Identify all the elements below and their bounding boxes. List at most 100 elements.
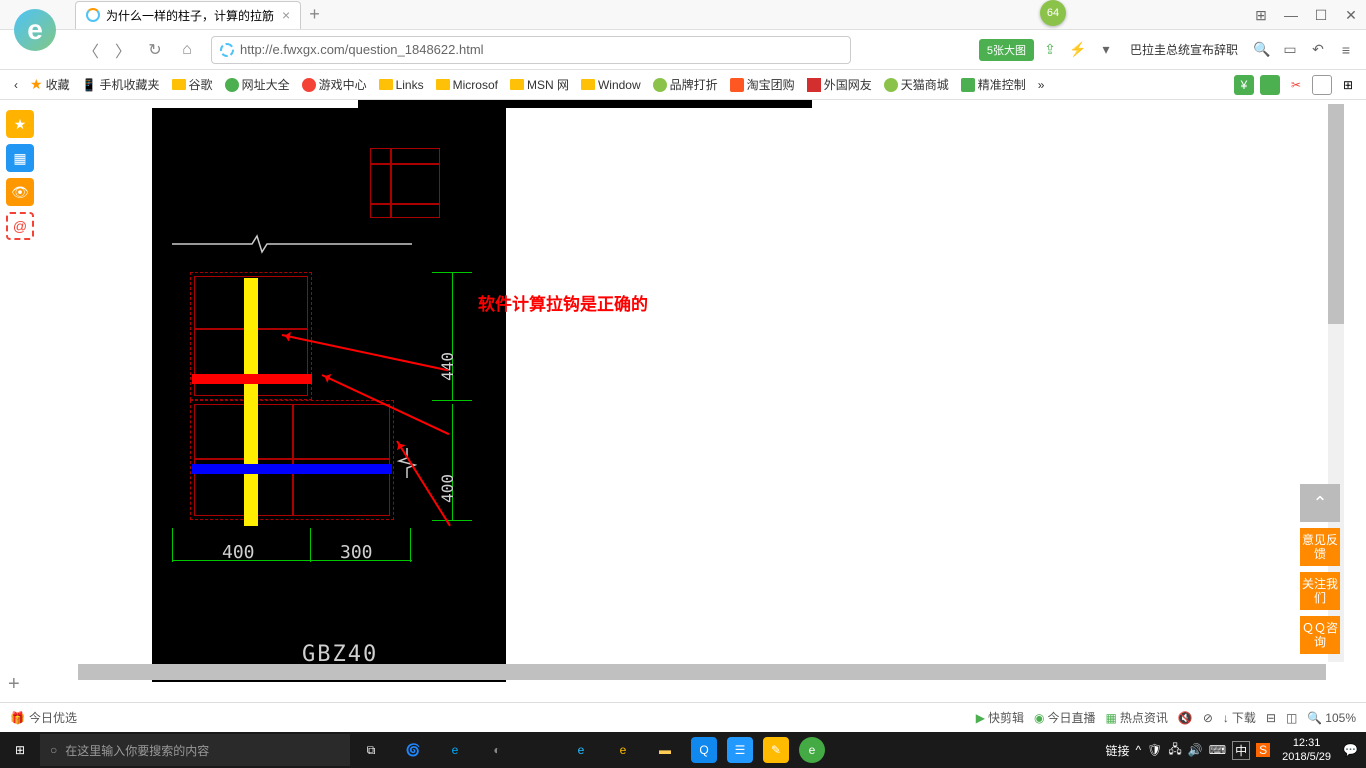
tray-vol-icon[interactable]: 🔊: [1188, 743, 1203, 757]
tab-close-icon[interactable]: ×: [282, 7, 290, 23]
app-note-icon[interactable]: ✎: [763, 737, 789, 763]
tray-kb-icon[interactable]: ⌨: [1209, 743, 1226, 757]
tray-link[interactable]: 链接: [1106, 742, 1130, 759]
tab-title: 为什么一样的柱子，计算的拉筋: [106, 7, 274, 24]
speed-badge[interactable]: 64: [1040, 0, 1066, 26]
gift-icon[interactable]: 🎁: [10, 711, 25, 725]
game-icon: [302, 78, 316, 92]
tray-shield-icon[interactable]: 🛡: [1147, 743, 1162, 757]
app-swirl-icon[interactable]: 🌀: [392, 732, 434, 768]
folder-icon: [510, 79, 524, 90]
browser-tab[interactable]: 为什么一样的柱子，计算的拉筋 ×: [75, 1, 301, 29]
bookmark-msn[interactable]: MSN 网: [504, 76, 575, 93]
status-today[interactable]: 今日优选: [29, 709, 77, 726]
status-pip-icon[interactable]: ⊟: [1266, 711, 1276, 725]
app-ie2-icon[interactable]: e: [602, 732, 644, 768]
close-icon[interactable]: ✕: [1336, 0, 1366, 30]
scroll-top-button[interactable]: ⌃: [1300, 484, 1340, 522]
taskview-icon[interactable]: ⧉: [350, 732, 392, 768]
ext-yen-icon[interactable]: ¥: [1234, 75, 1254, 95]
sidebar-weibo-icon[interactable]: 👁: [6, 178, 34, 206]
status-download[interactable]: ↓ 下载: [1223, 709, 1256, 726]
reload-button[interactable]: ↻: [141, 36, 169, 64]
image-count-button[interactable]: 5张大图: [979, 39, 1034, 61]
taskbar-search[interactable]: ○ 在这里输入你要搜索的内容: [40, 734, 350, 766]
qq-button[interactable]: ＱＱ咨询: [1300, 616, 1340, 654]
bookmark-favorites[interactable]: ★收藏: [24, 76, 76, 93]
search-icon[interactable]: 🔍: [1250, 38, 1274, 62]
follow-button[interactable]: 关注我们: [1300, 572, 1340, 610]
dropdown-icon[interactable]: ▾: [1094, 38, 1118, 62]
start-button[interactable]: ⊞: [0, 732, 40, 768]
news-headline[interactable]: 巴拉圭总统宣布辞职: [1122, 41, 1246, 58]
bookmark-sites[interactable]: 网址大全: [219, 76, 296, 93]
site-icon: [220, 43, 234, 57]
ext-scissors-icon[interactable]: ✂: [1286, 75, 1306, 95]
horizontal-scrollbar[interactable]: [78, 664, 1326, 680]
break-line: [172, 234, 412, 254]
feedback-button[interactable]: 意见反馈: [1300, 528, 1340, 566]
app-tencent-icon[interactable]: ◐: [476, 732, 518, 768]
sidebar-at-icon[interactable]: @: [6, 212, 34, 240]
minimize-icon[interactable]: —: [1276, 0, 1306, 30]
tray-sogou-icon[interactable]: S: [1256, 743, 1270, 757]
bookmark-nav-left[interactable]: ‹: [8, 78, 24, 92]
app-chat-icon[interactable]: ☰: [727, 737, 753, 763]
status-zoom[interactable]: 🔍 105%: [1307, 711, 1356, 725]
bookmark-links[interactable]: Links: [373, 78, 430, 92]
sidebar-add-button[interactable]: +: [8, 673, 20, 696]
cortana-icon: ○: [50, 743, 57, 757]
ext-translate-icon[interactable]: [1260, 75, 1280, 95]
status-block-icon[interactable]: ⊘: [1203, 711, 1213, 725]
home-button[interactable]: ⌂: [173, 36, 201, 64]
share-icon[interactable]: ⇪: [1038, 38, 1062, 62]
bookmark-window[interactable]: Window: [575, 78, 647, 92]
flash-icon[interactable]: ⚡: [1066, 38, 1090, 62]
tray-ime-icon[interactable]: 中: [1232, 741, 1250, 760]
status-hot[interactable]: ▦热点资讯: [1106, 709, 1168, 726]
undo-icon[interactable]: ↶: [1306, 38, 1330, 62]
new-tab-button[interactable]: +: [309, 4, 320, 25]
app-blank-icon[interactable]: [518, 732, 560, 768]
app-q-icon[interactable]: Q: [691, 737, 717, 763]
window-controls: ⊞ — ☐ ✕: [1246, 0, 1366, 30]
bookmark-games[interactable]: 游戏中心: [296, 76, 373, 93]
app-360-icon[interactable]: e: [799, 737, 825, 763]
tray-notif-icon[interactable]: 💬: [1343, 743, 1358, 757]
reader-icon[interactable]: ▭: [1278, 38, 1302, 62]
app-edge-icon[interactable]: e: [434, 732, 476, 768]
maximize-icon[interactable]: ☐: [1306, 0, 1336, 30]
tab-favicon: [86, 8, 100, 22]
bookmark-brand[interactable]: 品牌打折: [647, 76, 724, 93]
status-mute-icon[interactable]: 🔇: [1178, 711, 1193, 725]
bookmark-microsof[interactable]: Microsof: [430, 78, 504, 92]
bookmark-more[interactable]: »: [1032, 78, 1051, 92]
tray-clock[interactable]: 12:31 2018/5/29: [1276, 736, 1337, 764]
tray-up-icon[interactable]: ^: [1136, 743, 1142, 757]
status-split-icon[interactable]: ◫: [1286, 711, 1297, 725]
url-text: http://e.fwxgx.com/question_1848622.html: [240, 42, 484, 57]
browser-logo[interactable]: e: [0, 0, 70, 60]
star-icon: ★: [30, 76, 43, 93]
bookmark-foreign[interactable]: 外国网友: [801, 76, 878, 93]
bookmark-tmall[interactable]: 天猫商城: [878, 76, 955, 93]
app-ie-icon[interactable]: e: [560, 732, 602, 768]
bookmark-ctrl[interactable]: 精准控制: [955, 76, 1032, 93]
app-explorer-icon[interactable]: ▬: [644, 732, 686, 768]
ext-capture-icon[interactable]: [1312, 75, 1332, 95]
bookmark-taobao[interactable]: 淘宝团购: [724, 76, 801, 93]
yellow-rebar: [244, 278, 258, 526]
tray-net-icon[interactable]: 🖧: [1168, 740, 1181, 761]
menu-icon[interactable]: ⊞: [1246, 0, 1276, 30]
ext-grid-icon[interactable]: ⊞: [1338, 75, 1358, 95]
bookmark-google[interactable]: 谷歌: [166, 76, 219, 93]
back-button[interactable]: 〈: [77, 36, 105, 64]
bookmark-mobile[interactable]: 📱手机收藏夹: [76, 76, 166, 93]
sidebar-star-icon[interactable]: ★: [6, 110, 34, 138]
forward-button[interactable]: 〉: [109, 36, 137, 64]
url-input[interactable]: http://e.fwxgx.com/question_1848622.html: [211, 36, 851, 64]
status-live[interactable]: ◉今日直播: [1034, 709, 1096, 726]
hamburger-icon[interactable]: ≡: [1334, 38, 1358, 62]
status-clip[interactable]: ▶快剪辑: [976, 709, 1024, 726]
sidebar-news-icon[interactable]: ▦: [6, 144, 34, 172]
